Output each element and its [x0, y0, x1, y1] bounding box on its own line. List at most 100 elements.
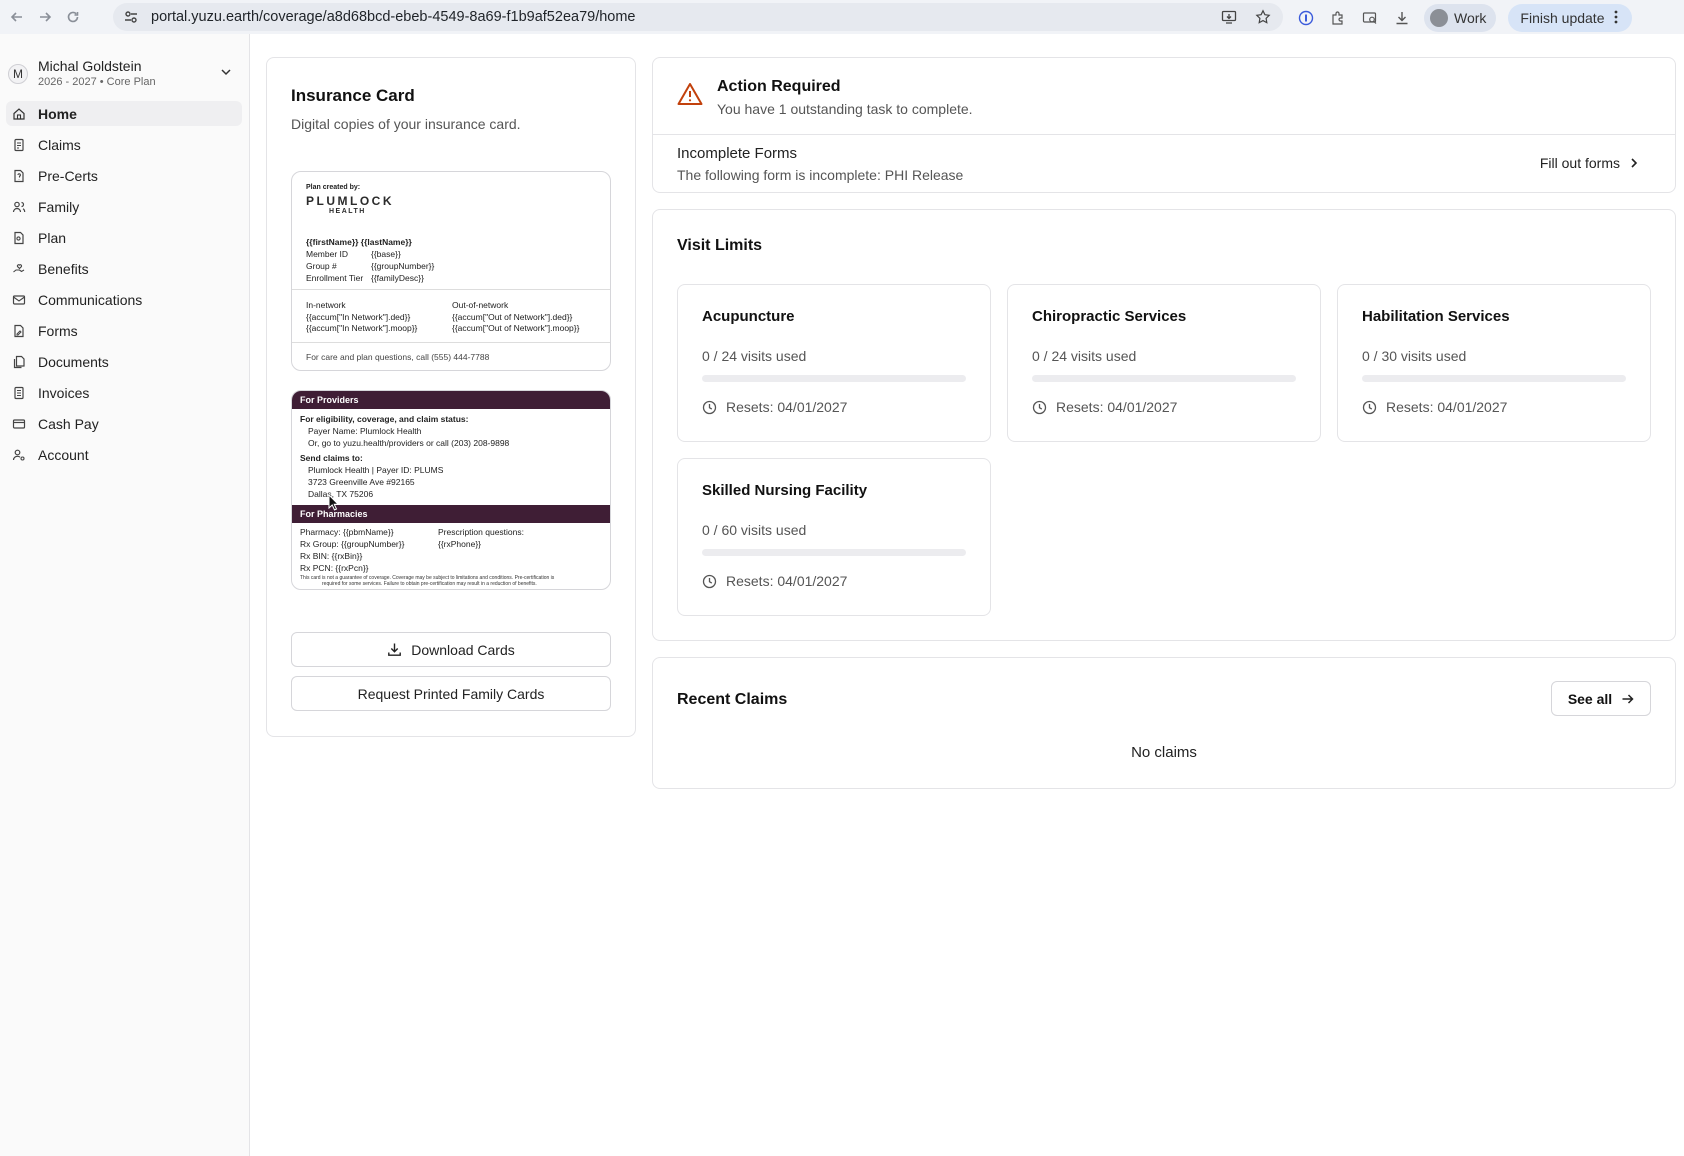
visit-limit-progress [702, 375, 966, 382]
fill-out-forms-label: Fill out forms [1539, 155, 1620, 171]
finish-update-button[interactable]: Finish update [1508, 4, 1633, 32]
visit-limit-progress [1362, 375, 1626, 382]
plumlock-logo-sub: HEALTH [329, 208, 366, 215]
sidebar-item-label: Plan [38, 229, 67, 246]
providers-goto: Or, go to yuzu.health/providers or call … [308, 438, 510, 448]
password-manager-icon[interactable] [1296, 8, 1316, 28]
payer-name: Payer Name: Plumlock Health [308, 426, 422, 436]
pharmacy-name: Pharmacy: {{pbmName}} [300, 527, 394, 537]
visit-limit-progress [1032, 375, 1296, 382]
visit-limit-resets: Resets: 04/01/2027 [726, 573, 848, 589]
visit-limits-title: Visit Limits [677, 237, 763, 254]
visit-limit-card: Acupuncture 0 / 24 visits used Resets: 0… [677, 284, 991, 442]
clock-icon [1362, 400, 1377, 414]
send-claims-title: Send claims to: [300, 453, 363, 463]
download-cards-button[interactable]: Download Cards [291, 632, 611, 667]
invoice-icon [12, 386, 26, 400]
downloads-icon[interactable] [1392, 8, 1412, 28]
reload-icon[interactable] [62, 6, 84, 28]
see-all-button[interactable]: See all [1551, 681, 1651, 716]
visit-limit-used: 0 / 24 visits used [702, 348, 807, 364]
url-text[interactable]: portal.yuzu.earth/coverage/a8d68bcd-ebeb… [151, 9, 636, 25]
sidebar-item-account[interactable]: Account [6, 442, 242, 467]
insurance-card-title: Insurance Card [291, 86, 415, 105]
credit-card-icon [12, 417, 26, 431]
insurance-card-front[interactable]: Plan created by: PLUMLOCK HEALTH {{first… [291, 171, 611, 371]
arrow-right-icon [1621, 693, 1634, 705]
sidebar-item-forms[interactable]: Forms [6, 318, 242, 343]
sidebar-item-label: Invoices [38, 384, 90, 401]
download-cards-label: Download Cards [411, 641, 515, 658]
member-name: {{firstName}} {{lastName}} [306, 237, 412, 247]
home-icon [12, 107, 26, 121]
rx-bin: Rx BIN: {{rxBin}} [300, 551, 363, 561]
finish-update-label: Finish update [1520, 10, 1605, 26]
visit-limit-used: 0 / 30 visits used [1362, 348, 1467, 364]
install-app-icon[interactable] [1219, 7, 1239, 27]
sidebar-item-benefits[interactable]: Benefits [6, 256, 242, 281]
browser-toolbar: portal.yuzu.earth/coverage/a8d68bcd-ebeb… [0, 0, 1684, 34]
forward-arrow-icon[interactable] [34, 6, 56, 28]
rx-group: Rx Group: {{groupNumber}} [300, 539, 405, 549]
sidebar-item-label: Family [38, 198, 80, 215]
plan-created-by: Plan created by: [306, 184, 361, 191]
clock-icon [702, 400, 717, 414]
user-cog-icon [12, 448, 26, 462]
site-settings-icon[interactable] [117, 3, 145, 31]
out-network-moop: {{accum["Out of Network"].moop}} [452, 323, 580, 333]
receipt-icon [12, 138, 26, 152]
download-icon [387, 642, 402, 657]
visit-limit-name: Acupuncture [702, 308, 795, 325]
request-printed-cards-button[interactable]: Request Printed Family Cards [291, 676, 611, 711]
kebab-menu-icon[interactable] [1614, 10, 1618, 27]
sidebar-item-documents[interactable]: Documents [6, 349, 242, 374]
sidebar-item-invoices[interactable]: Invoices [6, 380, 242, 405]
sidebar: M Michal Goldstein 2026 - 2027 • Core Pl… [0, 34, 250, 1156]
tier-label: Enrollment Tier [306, 273, 364, 283]
sidebar-item-label: Documents [38, 353, 109, 370]
chevron-right-icon [1629, 157, 1639, 169]
card-divider [292, 342, 610, 343]
extensions-puzzle-icon[interactable] [1328, 8, 1348, 28]
users-icon [12, 200, 26, 214]
member-id-value: {{base}} [371, 249, 401, 259]
insurance-card-back[interactable]: For Providers For eligibility, coverage,… [291, 390, 611, 590]
file-search-icon [12, 231, 26, 245]
sidebar-item-plan[interactable]: Plan [6, 225, 242, 250]
incomplete-forms-desc: The following form is incomplete: PHI Re… [677, 167, 964, 183]
file-pen-icon [12, 324, 26, 338]
coverage-switcher[interactable]: M Michal Goldstein 2026 - 2027 • Core Pl… [8, 54, 240, 94]
sidebar-item-home[interactable]: Home [6, 101, 242, 126]
sidebar-item-pre-certs[interactable]: Pre-Certs [6, 163, 242, 188]
bookmark-star-icon[interactable] [1253, 7, 1273, 27]
avatar: M [8, 64, 28, 84]
mail-icon [12, 293, 26, 307]
request-printed-cards-label: Request Printed Family Cards [357, 685, 545, 702]
visit-limit-used: 0 / 60 visits used [702, 522, 807, 538]
out-network-label: Out-of-network [452, 300, 509, 310]
chevron-down-icon[interactable] [218, 64, 234, 80]
rx-phone: {{rxPhone}} [438, 539, 482, 549]
address-bar[interactable]: portal.yuzu.earth/coverage/a8d68bcd-ebeb… [113, 3, 1283, 31]
card-disclaimer-2: required for some services. Failure to o… [322, 581, 537, 587]
visit-limit-card: Habilitation Services 0 / 30 visits used… [1337, 284, 1651, 442]
action-required-panel: Action Required You have 1 outstanding t… [652, 57, 1676, 193]
fill-out-forms-link[interactable]: Fill out forms [1540, 155, 1639, 171]
sidebar-item-family[interactable]: Family [6, 194, 242, 219]
profile-avatar [1430, 9, 1448, 27]
providers-header: For Providers [292, 391, 610, 409]
profile-label: Work [1454, 10, 1487, 26]
user-plan: 2026 - 2027 • Core Plan [38, 76, 156, 88]
back-arrow-icon[interactable] [6, 6, 28, 28]
sidebar-item-label: Communications [38, 291, 143, 308]
profile-button[interactable]: Work [1424, 4, 1497, 32]
sidebar-item-cash-pay[interactable]: Cash Pay [6, 411, 242, 436]
clock-icon [702, 574, 717, 588]
tab-search-icon[interactable] [1360, 8, 1380, 28]
file-question-icon [12, 169, 26, 183]
sidebar-item-label: Cash Pay [38, 415, 99, 432]
mouse-cursor-icon [328, 493, 340, 517]
sidebar-item-claims[interactable]: Claims [6, 132, 242, 157]
see-all-label: See all [1567, 690, 1613, 707]
sidebar-item-communications[interactable]: Communications [6, 287, 242, 312]
